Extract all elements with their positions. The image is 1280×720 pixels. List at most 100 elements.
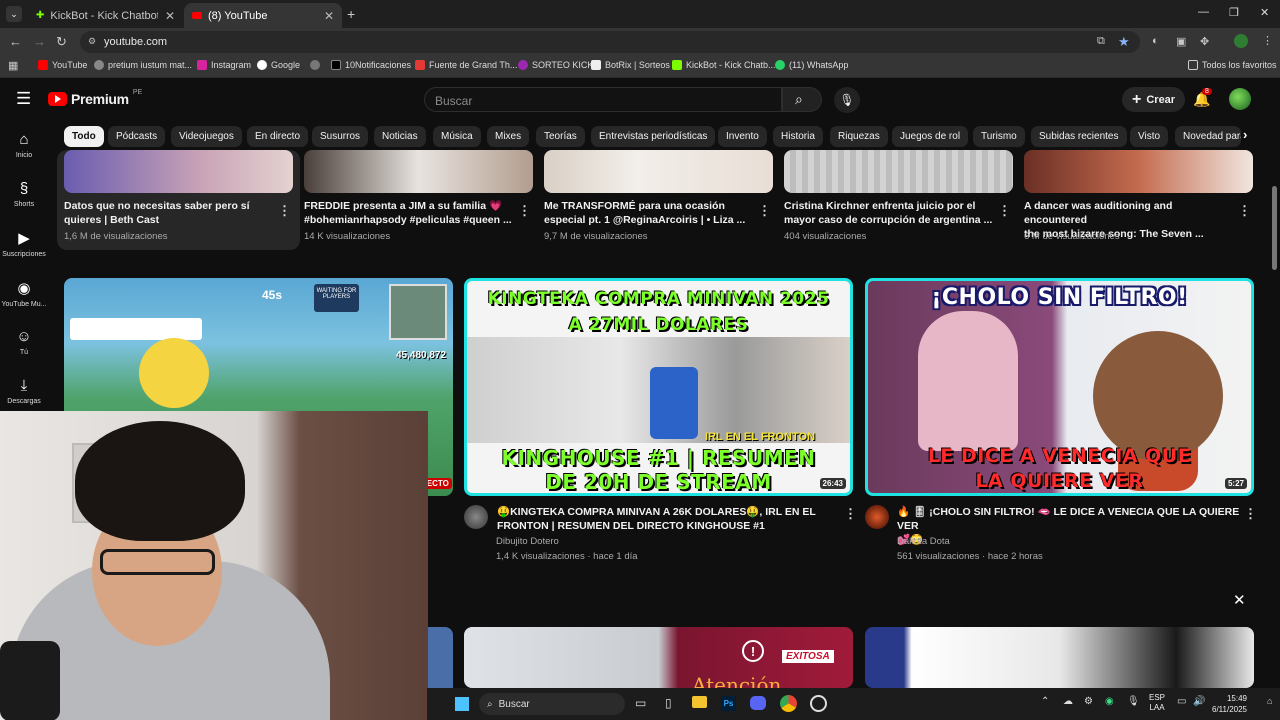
video-thumbnail[interactable] (784, 150, 1013, 193)
forward-icon[interactable]: → (33, 34, 46, 49)
chip-videojuegos[interactable]: Videojuegos (171, 126, 242, 147)
chip-susurros[interactable]: Susurros (312, 126, 369, 147)
video-thumbnail-exitosa[interactable]: ! EXITOSA Atención (464, 627, 853, 688)
video-title[interactable]: Me TRANSFORMÉ para una ocasión especial p… (544, 199, 754, 227)
discord-icon[interactable] (750, 696, 766, 710)
chip-invento[interactable]: Invento (718, 126, 767, 147)
reload-icon[interactable]: ↻ (56, 34, 67, 50)
chip-subidas-recientes[interactable]: Subidas recientes (1031, 126, 1127, 147)
video-thumbnail[interactable] (544, 150, 773, 193)
channel-name[interactable]: Dibujito Dotero (496, 535, 559, 549)
account-avatar[interactable] (1229, 88, 1251, 110)
obs-icon[interactable] (810, 695, 827, 712)
chip-noticias[interactable]: Noticias (374, 126, 426, 147)
page-scrollbar-thumb[interactable] (1272, 186, 1277, 270)
sidebar-item-inicio[interactable]: ⌂ Inicio (0, 131, 48, 159)
video-thumbnail[interactable] (428, 627, 453, 688)
close-tab-icon[interactable]: ✕ (324, 9, 334, 23)
channel-name[interactable]: Dakota Dota (897, 535, 950, 549)
browser-menu-icon[interactable]: ⋮ (1262, 34, 1273, 47)
notification-bell-icon[interactable]: ⌂ (1267, 696, 1272, 706)
extension-icon[interactable]: ▣ (1176, 35, 1186, 48)
search-button[interactable]: ⌕ (782, 87, 822, 112)
task-view-icon[interactable]: ▭ (635, 696, 646, 710)
create-button[interactable]: + Crear (1122, 87, 1186, 112)
volume-icon[interactable]: 🔊 (1193, 696, 1205, 707)
bookmark-kickbot[interactable]: KickBot - Kick Chatb... (672, 60, 776, 70)
chip-entrevistas[interactable]: Entrevistas periodísticas (591, 126, 716, 147)
windows-start-icon[interactable] (455, 697, 469, 711)
app-icon[interactable]: ▯ (665, 696, 672, 710)
chips-next-arrow-icon[interactable]: › (1243, 127, 1247, 142)
chip-mixes[interactable]: Mixes (487, 126, 530, 147)
sidebar-item-you[interactable]: ☺ Tú (0, 328, 48, 356)
video-title[interactable]: Cristina Kirchner enfrenta juicio por el… (784, 199, 994, 227)
chip-podcasts[interactable]: Pódcasts (108, 126, 166, 147)
chip-musica[interactable]: Música (433, 126, 481, 147)
install-app-icon[interactable]: ⧉ (1097, 35, 1105, 48)
tray-icon[interactable]: ☁ (1063, 696, 1073, 707)
chip-todo[interactable]: Todo (64, 126, 104, 147)
more-options-icon[interactable]: ⋮ (758, 203, 771, 219)
channel-avatar[interactable] (865, 505, 889, 529)
youtube-premium-logo[interactable]: Premium PE (48, 89, 142, 107)
bookmark-instagram[interactable]: Instagram (197, 60, 251, 70)
more-options-icon[interactable]: ⋮ (844, 506, 857, 522)
channel-avatar[interactable] (464, 505, 488, 529)
more-options-icon[interactable]: ⋮ (998, 203, 1011, 219)
new-tab-button[interactable]: + (347, 6, 355, 22)
tab-youtube[interactable]: (8) YouTube ✕ (184, 3, 342, 28)
sidebar-item-downloads[interactable]: ⤓ Descargas (0, 377, 48, 405)
bookmark-whatsapp[interactable]: (11) WhatsApp (775, 60, 848, 70)
chip-en-directo[interactable]: En directo (247, 126, 309, 147)
site-info-icon[interactable]: ⚙ (88, 36, 96, 47)
chip-teorias[interactable]: Teorías (536, 126, 585, 147)
bookmark-gta-font[interactable]: Fuente de Grand Th... (415, 60, 517, 70)
bookmark-sorteo-kick[interactable]: SORTEO KICK (518, 60, 593, 70)
video-thumbnail-cholo[interactable]: ¡CHOLO SIN FILTRO! LE DICE A VENECIA QUE… (865, 278, 1254, 496)
search-input[interactable]: Buscar (424, 87, 782, 112)
video-thumbnail-kingteka[interactable]: KINGTEKA COMPRA MINIVAN 2025 A 27MIL DOL… (464, 278, 853, 496)
extension-icon[interactable]: ◐ (1152, 35, 1159, 47)
bookmark-star-icon[interactable]: ★ (1118, 34, 1130, 50)
clock[interactable]: 15:49 6/11/2025 (1212, 693, 1247, 715)
tray-mic-icon[interactable]: 🎙 (1127, 696, 1140, 707)
photoshop-icon[interactable]: Ps (721, 696, 736, 711)
window-restore-button[interactable]: ❐ (1229, 6, 1239, 19)
chip-turismo[interactable]: Turismo (973, 126, 1025, 147)
show-hidden-icons[interactable]: ⌃ (1041, 696, 1049, 707)
notifications-button[interactable]: 🔔 8 (1193, 88, 1212, 108)
video-title[interactable]: Datos que no necesitas saber pero sí quie… (64, 199, 274, 227)
file-explorer-icon[interactable] (692, 696, 707, 708)
back-icon[interactable]: ← (9, 34, 22, 49)
bookmark-botrix[interactable]: BotRix | Sorteos (591, 60, 670, 70)
tray-icon[interactable]: ⚙ (1084, 696, 1093, 707)
chrome-icon[interactable] (780, 695, 797, 712)
window-minimize-button[interactable]: — (1198, 6, 1209, 18)
more-options-icon[interactable]: ⋮ (1244, 506, 1257, 522)
tab-kickbot[interactable]: ✚ KickBot - Kick Chatbot, Alerts, T ✕ (28, 3, 183, 28)
more-options-icon[interactable]: ⋮ (518, 203, 531, 219)
video-thumbnail[interactable] (304, 150, 533, 193)
all-bookmarks-folder[interactable]: Todos los favoritos (1188, 60, 1277, 70)
profile-avatar[interactable] (1234, 34, 1248, 48)
extensions-puzzle-icon[interactable]: ✥ (1200, 35, 1209, 48)
bookmark-youtube[interactable]: YouTube (38, 60, 87, 70)
chip-visto[interactable]: Visto (1130, 126, 1169, 147)
bookmark-x[interactable]: 10Notificaciones (331, 60, 411, 70)
window-close-button[interactable]: ✕ (1260, 6, 1269, 19)
video-thumbnail[interactable] (64, 150, 293, 193)
taskbar-search[interactable]: ⌕ Buscar (479, 693, 625, 715)
address-bar[interactable]: ⚙ youtube.com (80, 31, 1140, 53)
hamburger-menu-icon[interactable]: ☰ (16, 89, 31, 109)
apps-grid-icon[interactable]: ▦ (8, 59, 18, 72)
sidebar-item-youtube-music[interactable]: ◉ YouTube Mu... (0, 279, 48, 308)
close-icon[interactable]: ✕ (1233, 591, 1246, 609)
video-title[interactable]: 🤑KINGTEKA COMPRA MINIVAN A 26K DOLARES🤑,… (497, 505, 827, 533)
chip-novedad[interactable]: Novedad para (1175, 126, 1241, 147)
bookmark-site[interactable] (310, 60, 324, 70)
chip-historia[interactable]: Historia (773, 126, 823, 147)
close-tab-icon[interactable]: ✕ (165, 9, 175, 23)
video-title[interactable]: FREDDIE presenta a JIM a su familia 💗 #bo… (304, 199, 514, 227)
sidebar-item-shorts[interactable]: § Shorts (0, 180, 48, 208)
